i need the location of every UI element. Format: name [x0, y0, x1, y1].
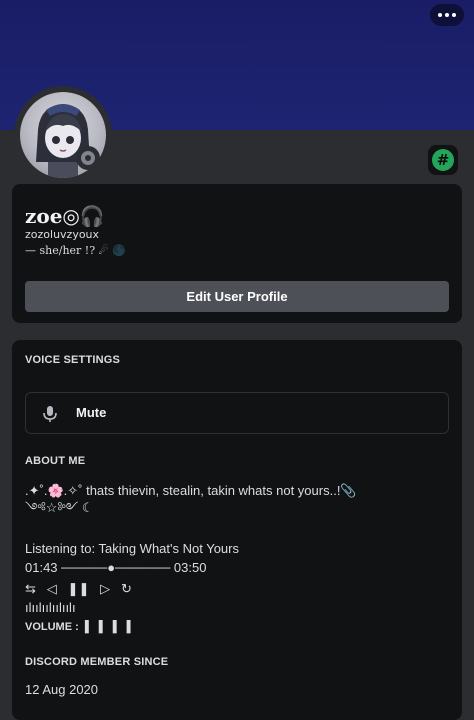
- mute-label: Mute: [76, 405, 107, 420]
- hashtag-badge-icon: #: [432, 149, 454, 171]
- hashtag-badge[interactable]: #: [428, 145, 458, 175]
- offline-status-icon: [81, 151, 95, 165]
- voice-settings-heading: VOICE SETTINGS: [25, 354, 121, 366]
- display-name: zoe◎🎧: [25, 204, 105, 228]
- more-horizontal-icon: [438, 13, 442, 17]
- avatar-frame: [14, 86, 112, 184]
- member-since-heading: DISCORD MEMBER SINCE: [25, 656, 169, 668]
- microphone-icon: [43, 406, 57, 422]
- mute-toggle[interactable]: Mute: [25, 392, 449, 434]
- details-card: VOICE SETTINGS Mute ABOUT ME .✦˚.🌸.✧˚ th…: [12, 340, 462, 720]
- edit-user-profile-button[interactable]: Edit User Profile: [25, 281, 449, 312]
- profile-card: zoe◎🎧 zozoluvzyoux — she/her !? ☄︎ 🌑 Edi…: [12, 184, 462, 323]
- about-me-line: VOLUME : ▌ ▌ ▌ ▌: [25, 621, 135, 633]
- about-me-line: ༺☆༻ ☾: [25, 500, 94, 515]
- about-me-line: Listening to: Taking What's Not Yours: [25, 541, 239, 556]
- status-indicator: [76, 146, 100, 170]
- username: zozoluvzyoux: [25, 228, 100, 241]
- about-me-heading: ABOUT ME: [25, 455, 86, 467]
- pronouns: — she/her !? ☄︎ 🌑: [25, 244, 126, 257]
- member-since-date: 12 Aug 2020: [25, 682, 99, 697]
- about-me-line: ılıılıılıılıılı: [25, 600, 76, 615]
- about-me-line: 01:43 ─────●────── 03:50: [25, 560, 207, 575]
- more-options-button[interactable]: [430, 4, 464, 26]
- about-me-line: ⇆ ◁ ❚❚ ▷ ↻: [25, 581, 132, 596]
